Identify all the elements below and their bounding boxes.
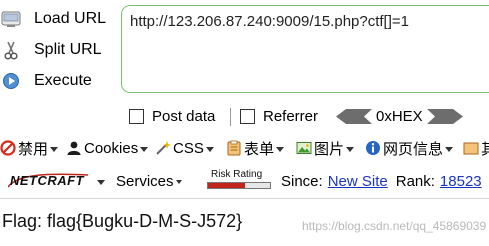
caret-down-icon [445, 146, 454, 152]
css-label: CSS [173, 139, 204, 157]
play-icon [0, 70, 22, 92]
since-info: Since: New Site Rank: 18523 [281, 170, 482, 192]
referrer-label: Referrer [263, 108, 319, 125]
caret-down-icon [97, 179, 105, 185]
risk-rating-fill [208, 183, 246, 188]
risk-rating-meter[interactable]: Risk Rating [205, 169, 273, 191]
left-arrow-icon [336, 109, 372, 124]
load-url-label: Load URL [34, 10, 107, 27]
post-data-label: Post data [152, 108, 216, 125]
split-url-command[interactable]: Split URL [0, 39, 102, 61]
services-label: Services [116, 172, 174, 190]
services-menu[interactable]: Services [116, 170, 182, 192]
magic-wand-icon [155, 140, 171, 156]
since-link[interactable]: New Site [328, 173, 388, 190]
watermark-text: https://blog.csdn.net/qq_45869039 [302, 219, 487, 233]
disable-icon [0, 140, 16, 156]
caret-down-icon [175, 180, 182, 184]
cookies-menu[interactable]: Cookies [66, 137, 149, 159]
more-menu[interactable]: 其 [463, 137, 489, 159]
netcraft-logo[interactable]: NETCRAFT [8, 170, 88, 192]
netcraft-caret[interactable] [95, 170, 105, 192]
execute-label: Execute [34, 72, 92, 89]
flag-output: Flag: flag{Bugku-D-M-S-J572} [2, 211, 243, 231]
rank-link[interactable]: 18523 [440, 173, 482, 190]
caret-down-icon [276, 146, 285, 152]
caret-down-icon [205, 146, 214, 152]
info-icon [365, 140, 381, 156]
user-icon [66, 140, 82, 156]
css-menu[interactable]: CSS [155, 137, 214, 159]
url-input[interactable]: http://123.206.87.240:9009/15.php?ctf[]=… [121, 5, 489, 93]
split-url-label: Split URL [34, 41, 102, 58]
risk-rating-bar [207, 182, 271, 189]
toolbar-divider [0, 198, 489, 199]
page-info-label: 网页信息 [383, 140, 444, 158]
right-arrow-icon [427, 109, 463, 124]
netcraft-logo-text: NETCRAFT [10, 173, 85, 188]
clipboard-icon [226, 140, 242, 156]
referrer-checkbox[interactable] [240, 109, 255, 124]
load-url-icon [0, 8, 22, 30]
page-info-menu[interactable]: 网页信息 [365, 137, 454, 159]
cookies-label: Cookies [84, 139, 139, 157]
execute-command[interactable]: Execute [0, 70, 92, 92]
scissors-icon [0, 39, 22, 61]
disable-label: 禁用 [18, 140, 49, 158]
load-url-command[interactable]: Load URL [0, 8, 106, 30]
hex-right-arrow-button[interactable] [427, 108, 463, 125]
risk-rating-label: Risk Rating [211, 169, 263, 180]
caret-down-icon [50, 146, 59, 152]
caret-down-icon [346, 146, 355, 152]
caret-down-icon [140, 146, 149, 152]
since-label: Since: [281, 172, 323, 190]
more-label: 其 [481, 140, 489, 158]
rank-label: Rank: [395, 172, 435, 190]
url-value: http://123.206.87.240:9009/15.php?ctf[]=… [130, 13, 409, 30]
disable-menu[interactable]: 禁用 [0, 137, 59, 159]
hex-left-arrow-button[interactable] [336, 108, 372, 125]
image-icon [296, 140, 312, 156]
hex-label: 0xHEX [376, 108, 423, 125]
images-menu[interactable]: 图片 [296, 137, 355, 159]
folder-icon [463, 140, 479, 156]
forms-label: 表单 [244, 140, 275, 158]
post-data-checkbox[interactable] [129, 109, 144, 124]
images-label: 图片 [314, 140, 345, 158]
options-separator [230, 108, 231, 126]
forms-menu[interactable]: 表单 [226, 137, 285, 159]
